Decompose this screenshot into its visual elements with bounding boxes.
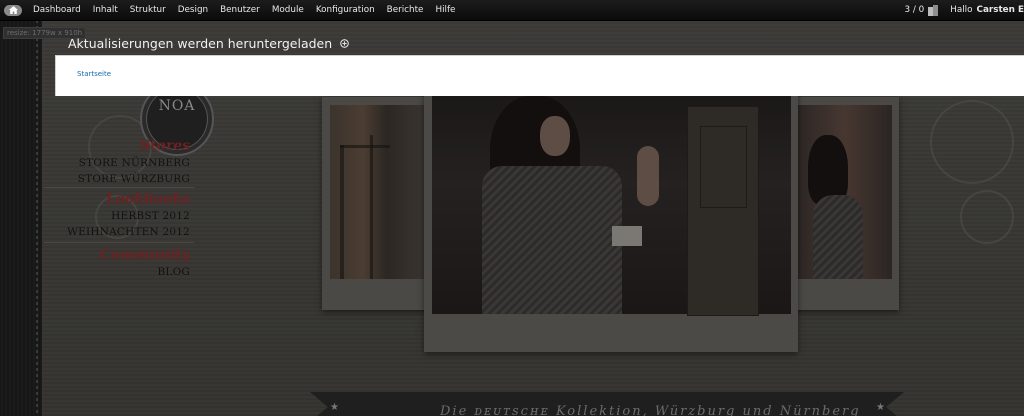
home-icon bbox=[8, 6, 18, 14]
polaroid-main[interactable] bbox=[424, 92, 798, 352]
overlay-title: Aktualisierungen werden heruntergeladen bbox=[68, 36, 333, 51]
menu-inhalt[interactable]: Inhalt bbox=[87, 0, 124, 20]
screen: NOA Stores STORE NÜRNBERG STORE WÜRZBURG… bbox=[0, 0, 1024, 416]
nav-lookbooks: Lookbooks HERBST 2012 WEIHNACHTEN 2012 bbox=[60, 190, 190, 240]
ornament-swirl bbox=[960, 190, 1014, 244]
user-name-link[interactable]: Carsten E bbox=[977, 5, 1024, 15]
photo-main bbox=[432, 96, 791, 316]
menu-struktur[interactable]: Struktur bbox=[124, 0, 172, 20]
stitch-line bbox=[36, 20, 38, 416]
menu-benutzer[interactable]: Benutzer bbox=[214, 0, 266, 20]
nav-stores: Stores STORE NÜRNBERG STORE WÜRZBURG bbox=[60, 137, 190, 187]
home-button[interactable] bbox=[4, 4, 22, 16]
menu-module[interactable]: Module bbox=[266, 0, 310, 20]
menu-design[interactable]: Design bbox=[172, 0, 214, 20]
breadcrumb-startseite[interactable]: Startseite bbox=[77, 70, 111, 78]
nav-link-weihnachten-2012[interactable]: WEIHNACHTEN 2012 bbox=[60, 224, 190, 240]
nav-link-blog[interactable]: BLOG bbox=[60, 264, 190, 280]
nav-heading-stores: Stores bbox=[139, 138, 190, 154]
shortcut-counter[interactable]: 3 / 0 bbox=[904, 5, 924, 15]
admin-toolbar: Dashboard Inhalt Struktur Design Benutze… bbox=[0, 0, 1024, 21]
ornament-swirl bbox=[930, 100, 1014, 184]
star-icon: ★ bbox=[330, 402, 339, 413]
user-shortcut-icon[interactable] bbox=[928, 4, 939, 16]
nav-divider bbox=[44, 242, 194, 243]
menu-berichte[interactable]: Berichte bbox=[381, 0, 430, 20]
nav-divider bbox=[44, 187, 194, 188]
nav-link-store-wuerzburg[interactable]: STORE WÜRZBURG bbox=[60, 171, 190, 187]
photo-left bbox=[330, 105, 424, 279]
nav-heading-community: Community bbox=[99, 247, 190, 263]
nav-community: Community BLOG bbox=[60, 246, 190, 280]
banner-text: Die ᴅᴇᴜᴛsᴄʜᴇ Kollektion, Würzburg und Nü… bbox=[440, 404, 861, 416]
nav-link-herbst-2012[interactable]: HERBST 2012 bbox=[60, 208, 190, 224]
polaroid-left[interactable] bbox=[322, 97, 432, 310]
nav-heading-lookbooks: Lookbooks bbox=[105, 191, 190, 207]
add-shortcut-icon[interactable] bbox=[340, 39, 349, 48]
nav-link-store-nuernberg[interactable]: STORE NÜRNBERG bbox=[60, 155, 190, 171]
menu-dashboard[interactable]: Dashboard bbox=[27, 0, 87, 20]
logo-text: NOA bbox=[158, 98, 196, 114]
polaroid-right[interactable] bbox=[792, 97, 899, 310]
greeting-prefix: Hallo bbox=[950, 5, 973, 15]
star-icon: ★ bbox=[876, 402, 885, 413]
overlay-content-panel: Startseite bbox=[55, 55, 1024, 96]
overlay-title-row: Aktualisierungen werden heruntergeladen bbox=[68, 36, 349, 51]
toolbar-user-area: 3 / 0 Hallo Carsten E bbox=[904, 0, 1024, 20]
menu-konfiguration[interactable]: Konfiguration bbox=[310, 0, 381, 20]
menu-hilfe[interactable]: Hilfe bbox=[429, 0, 461, 20]
photo-right bbox=[798, 105, 892, 279]
